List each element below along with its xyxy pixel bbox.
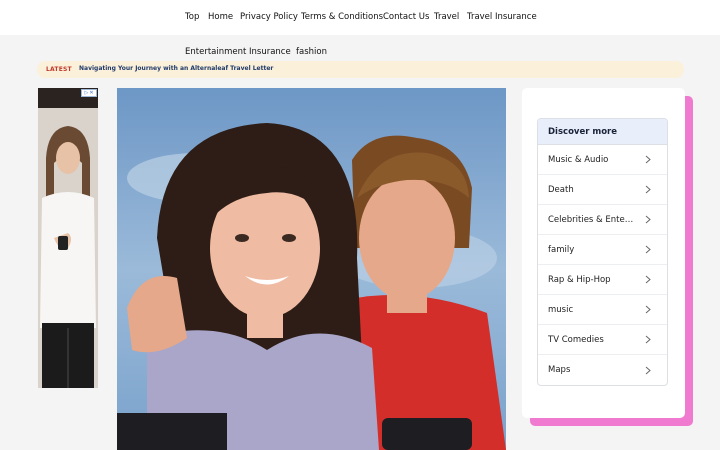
discover-item-tv-comedies[interactable]: TV Comedies — [538, 325, 667, 355]
discover-item-label: Maps — [548, 365, 571, 375]
discover-item-label: family — [548, 244, 575, 255]
left-ad-banner[interactable]: ▷ ✕ — [38, 88, 98, 388]
discover-item-family[interactable]: family — [538, 235, 667, 265]
nav-link-home[interactable]: Home — [208, 12, 233, 22]
discover-item-label: Music & Audio — [548, 154, 609, 165]
chevron-right-icon — [643, 215, 653, 225]
hero-image — [117, 88, 506, 450]
discover-item-celebrities[interactable]: Celebrities & Entertainment — [538, 205, 667, 235]
discover-item-death[interactable]: Death — [538, 175, 667, 205]
nav-link-terms[interactable]: Terms & Conditions — [301, 12, 383, 22]
discover-item-label: music — [548, 304, 574, 315]
nav-link-fashion[interactable]: fashion — [296, 47, 327, 57]
chevron-right-icon — [643, 365, 653, 375]
top-navigation: Top Home Privacy Policy Terms & Conditio… — [0, 0, 720, 35]
ad-image — [38, 88, 98, 388]
nav-link-entertainment[interactable]: Entertainment — [185, 47, 246, 57]
ad-choices-badge[interactable]: ▷ ✕ — [81, 89, 97, 97]
chevron-right-icon — [643, 245, 653, 255]
discover-item-label: Celebrities & Entertainment — [548, 214, 636, 225]
nav-link-travel-insurance[interactable]: Travel Insurance — [467, 12, 537, 22]
adchoices-icon: ▷ — [84, 89, 89, 96]
nav-link-insurance[interactable]: Insurance — [249, 47, 291, 57]
discover-item-label: Rap & Hip-Hop — [548, 274, 611, 285]
nav-link-top[interactable]: Top — [185, 12, 199, 22]
discover-more-title: Discover more — [538, 119, 667, 145]
chevron-right-icon — [643, 305, 653, 315]
chevron-right-icon — [643, 185, 653, 195]
nav-link-contact-us[interactable]: Contact Us — [383, 12, 429, 22]
nav-link-travel[interactable]: Travel — [434, 12, 459, 22]
discover-item-label: Death — [548, 184, 574, 195]
chevron-right-icon — [643, 275, 653, 285]
discover-item-music-audio[interactable]: Music & Audio — [538, 145, 667, 175]
ticker-headline[interactable]: Navigating Your Journey with an Alternal… — [79, 65, 273, 72]
sidebar-card: Discover more Music & Audio Death Celebr… — [522, 88, 685, 418]
latest-tag: LATEST — [46, 66, 72, 73]
discover-item-label: TV Comedies — [548, 334, 604, 345]
chevron-right-icon — [643, 335, 653, 345]
discover-item-rap-hip-hop[interactable]: Rap & Hip-Hop — [538, 265, 667, 295]
discover-more-box: Discover more Music & Audio Death Celebr… — [537, 118, 668, 386]
latest-ticker: LATEST Navigating Your Journey with an A… — [37, 61, 684, 78]
discover-item-music[interactable]: music — [538, 295, 667, 325]
nav-link-privacy-policy[interactable]: Privacy Policy — [240, 12, 298, 22]
close-icon: ✕ — [89, 89, 94, 96]
discover-item-maps[interactable]: Maps — [538, 355, 667, 385]
hero-photo — [117, 88, 506, 450]
chevron-right-icon — [643, 155, 653, 165]
